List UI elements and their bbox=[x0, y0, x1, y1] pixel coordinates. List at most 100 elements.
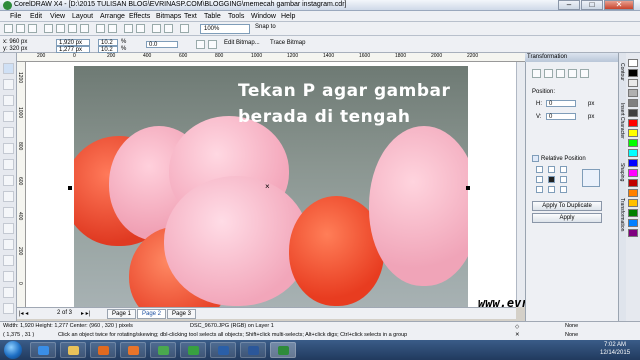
paste-icon[interactable] bbox=[80, 24, 89, 33]
vertical-ruler[interactable]: 1200 1000 800 600 400 200 0 bbox=[17, 62, 26, 307]
text-tool-icon[interactable] bbox=[3, 223, 14, 234]
close-button[interactable]: ✕ bbox=[604, 0, 634, 10]
menu-table[interactable]: Table bbox=[204, 13, 221, 20]
maximize-button[interactable]: □ bbox=[581, 0, 603, 10]
copy-icon[interactable] bbox=[68, 24, 77, 33]
rotate-mode-icon[interactable] bbox=[544, 69, 553, 78]
freehand-tool-icon[interactable] bbox=[3, 127, 14, 138]
anchor-top-left[interactable] bbox=[536, 166, 543, 173]
apply-button[interactable]: Apply bbox=[532, 213, 602, 223]
taskbar-chrome[interactable] bbox=[150, 342, 176, 358]
taskbar-coreldraw-active[interactable] bbox=[270, 342, 296, 358]
palette-swatch[interactable] bbox=[628, 89, 638, 97]
menu-text[interactable]: Text bbox=[184, 13, 197, 20]
start-button-icon[interactable] bbox=[4, 341, 22, 359]
palette-swatch[interactable] bbox=[628, 189, 638, 197]
zoom-tool-icon[interactable] bbox=[3, 111, 14, 122]
export-icon[interactable] bbox=[136, 24, 145, 33]
save-icon[interactable] bbox=[28, 24, 37, 33]
open-icon[interactable] bbox=[16, 24, 25, 33]
apply-to-duplicate-button[interactable]: Apply To Duplicate bbox=[532, 201, 602, 211]
palette-swatch[interactable] bbox=[628, 159, 638, 167]
shape-tool-icon[interactable] bbox=[3, 79, 14, 90]
scale-x-field[interactable]: 10.2 bbox=[98, 39, 118, 46]
outline-tool-icon[interactable] bbox=[3, 287, 14, 298]
taskbar-firefox[interactable] bbox=[120, 342, 146, 358]
tab-page-3[interactable]: Page 3 bbox=[167, 309, 197, 319]
tab-contour[interactable]: Contour bbox=[619, 63, 625, 81]
scale-y-field[interactable]: 10.2 bbox=[98, 46, 118, 53]
menu-view[interactable]: View bbox=[50, 13, 65, 20]
dimension-tool-icon[interactable] bbox=[3, 255, 14, 266]
trace-bitmap-button[interactable]: Trace Bitmap bbox=[270, 40, 305, 46]
tab-page-2[interactable]: Page 2 bbox=[137, 309, 167, 319]
anchor-center[interactable] bbox=[548, 176, 555, 183]
horizontal-ruler[interactable]: 200 0 200 400 600 800 1000 1200 1400 160… bbox=[17, 53, 525, 62]
taskbar-ie[interactable] bbox=[30, 342, 56, 358]
tab-page-1[interactable]: Page 1 bbox=[107, 309, 137, 319]
height-field[interactable]: 1,277 px bbox=[56, 46, 90, 53]
anchor-middle-right[interactable] bbox=[560, 176, 567, 183]
tab-insert-character[interactable]: Insert Character bbox=[619, 103, 625, 139]
scale-mirror-mode-icon[interactable] bbox=[556, 69, 565, 78]
corel-online-icon[interactable] bbox=[180, 24, 189, 33]
menu-layout[interactable]: Layout bbox=[72, 13, 93, 20]
palette-swatch[interactable] bbox=[628, 119, 638, 127]
system-clock[interactable]: 7:02 AM 12/14/2015 bbox=[600, 341, 630, 357]
y-position-field[interactable]: y: 320 px bbox=[3, 46, 27, 52]
welcome-screen-icon[interactable] bbox=[164, 24, 173, 33]
tab-shaping[interactable]: Shaping bbox=[619, 163, 625, 181]
table-tool-icon[interactable] bbox=[3, 239, 14, 250]
zoom-level-select[interactable]: 100% bbox=[200, 24, 250, 34]
menu-arrange[interactable]: Arrange bbox=[100, 13, 125, 20]
vertical-scrollbar[interactable] bbox=[516, 62, 525, 307]
redo-icon[interactable] bbox=[108, 24, 117, 33]
size-mode-icon[interactable] bbox=[568, 69, 577, 78]
menu-edit[interactable]: Edit bbox=[30, 13, 42, 20]
menu-help[interactable]: Help bbox=[281, 13, 295, 20]
selection-handle-right[interactable] bbox=[466, 186, 470, 190]
palette-swatch[interactable] bbox=[628, 169, 638, 177]
palette-swatch[interactable] bbox=[628, 69, 638, 77]
position-mode-icon[interactable] bbox=[532, 69, 541, 78]
new-icon[interactable] bbox=[4, 24, 13, 33]
rectangle-tool-icon[interactable] bbox=[3, 159, 14, 170]
menu-tools[interactable]: Tools bbox=[228, 13, 244, 20]
skew-mode-icon[interactable] bbox=[580, 69, 589, 78]
taskbar-photoshop[interactable] bbox=[210, 342, 236, 358]
anchor-bottom-center[interactable] bbox=[548, 186, 555, 193]
fill-tool-icon[interactable] bbox=[3, 303, 14, 314]
palette-swatch[interactable] bbox=[628, 209, 638, 217]
rotation-angle-field[interactable]: 0.0 bbox=[146, 41, 178, 48]
palette-swatch[interactable] bbox=[628, 79, 638, 87]
polygon-tool-icon[interactable] bbox=[3, 191, 14, 202]
cut-icon[interactable] bbox=[56, 24, 65, 33]
ellipse-tool-icon[interactable] bbox=[3, 175, 14, 186]
relative-position-checkbox[interactable] bbox=[532, 155, 539, 162]
h-position-field[interactable]: 0 bbox=[546, 100, 576, 107]
v-position-field[interactable]: 0 bbox=[546, 113, 576, 120]
edit-bitmap-button[interactable]: Edit Bitmap... bbox=[224, 40, 260, 46]
palette-swatch[interactable] bbox=[628, 149, 638, 157]
palette-swatch[interactable] bbox=[628, 139, 638, 147]
palette-swatch[interactable] bbox=[628, 179, 638, 187]
anchor-top-center[interactable] bbox=[548, 166, 555, 173]
anchor-middle-left[interactable] bbox=[536, 176, 543, 183]
mirror-horizontal-icon[interactable] bbox=[196, 40, 205, 49]
basic-shapes-tool-icon[interactable] bbox=[3, 207, 14, 218]
print-icon[interactable] bbox=[44, 24, 53, 33]
import-icon[interactable] bbox=[124, 24, 133, 33]
menu-window[interactable]: Window bbox=[251, 13, 276, 20]
mirror-vertical-icon[interactable] bbox=[208, 40, 217, 49]
anchor-bottom-left[interactable] bbox=[536, 186, 543, 193]
selection-handle-left[interactable] bbox=[68, 186, 72, 190]
anchor-bottom-right[interactable] bbox=[560, 186, 567, 193]
taskbar-explorer[interactable] bbox=[60, 342, 86, 358]
x-position-field[interactable]: x: 960 px bbox=[3, 39, 27, 45]
taskbar-word[interactable] bbox=[240, 342, 266, 358]
taskbar-media[interactable] bbox=[90, 342, 116, 358]
menu-effects[interactable]: Effects bbox=[129, 13, 150, 20]
palette-swatch[interactable] bbox=[628, 199, 638, 207]
menu-file[interactable]: File bbox=[10, 13, 21, 20]
minimize-button[interactable]: – bbox=[558, 0, 580, 10]
